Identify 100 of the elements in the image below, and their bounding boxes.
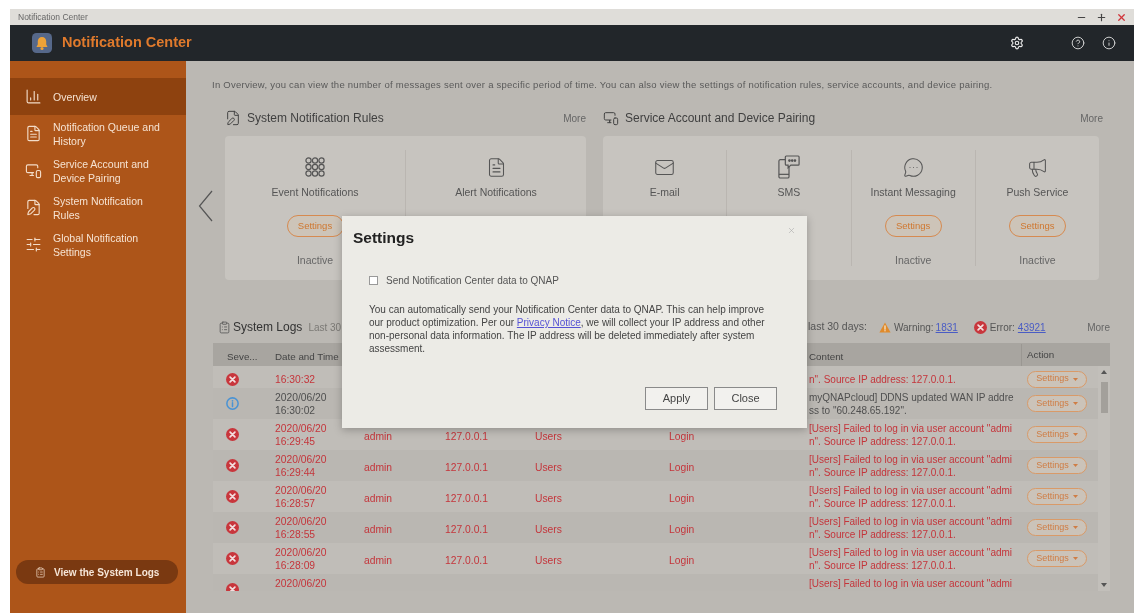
warning-count-link[interactable]: 1831 — [935, 319, 958, 335]
category-cell: Users — [535, 523, 562, 535]
date-time-cell: 2020/06/20 16:28:57 — [275, 483, 327, 510]
more-link[interactable]: More — [563, 110, 586, 126]
bar-chart-icon — [25, 88, 42, 105]
maximize-icon[interactable] — [1096, 11, 1107, 23]
table-row[interactable]: 2020/06/20 16:28:55 admin 127.0.0.1 Users Login [Users] Failed to log in via user account "admi n". Source IP address: 127.0.0.1. Settings — [213, 512, 1098, 543]
error-icon — [226, 428, 239, 441]
scroll-down-icon[interactable] — [1101, 583, 1107, 587]
sidebar-item[interactable]: System Notification Rules — [10, 189, 186, 226]
category-cell: Users — [535, 554, 562, 566]
application-cell: Login — [669, 492, 695, 504]
close-button[interactable]: Close — [714, 387, 777, 410]
ip-cell: 127.0.0.1 — [445, 430, 488, 442]
caret-icon — [1072, 377, 1078, 381]
settings-dropdown-button[interactable]: Settings — [1027, 519, 1087, 536]
column-header: Date and Time — [275, 351, 339, 362]
settings-dropdown-button[interactable]: Settings — [1027, 370, 1087, 388]
more-link[interactable]: More — [1087, 319, 1110, 335]
status-text: Inactive — [1019, 254, 1056, 266]
settings-dropdown-button[interactable]: Settings — [1027, 457, 1087, 474]
help-icon[interactable] — [1071, 36, 1085, 50]
app-logo-icon — [32, 33, 52, 53]
settings-dropdown-button[interactable]: Settings — [1027, 550, 1087, 567]
sidebar-item[interactable]: Overview — [10, 78, 186, 115]
error-icon — [226, 552, 239, 565]
table-row[interactable]: 2020/06/20 [Users] Failed to log in via user account "admi — [213, 574, 1098, 591]
error-icon — [226, 490, 239, 503]
user-cell: admin — [364, 554, 393, 566]
column-header: Content — [809, 351, 844, 362]
apply-button[interactable]: Apply — [645, 387, 708, 410]
scroll-up-icon[interactable] — [1101, 370, 1107, 374]
sliders-icon — [25, 236, 42, 253]
dot-grid-icon — [305, 157, 325, 177]
date-time-cell: 2020/06/20 16:28:55 — [275, 514, 327, 541]
app-title: Notification Center — [62, 33, 192, 53]
card-label: SMS — [777, 186, 801, 198]
megaphone-icon — [1026, 156, 1048, 178]
error-count-link[interactable]: 43921 — [1017, 319, 1046, 335]
content-cell: [Users] Failed to log in via user account "admi n". Source IP address: 127.0.0.1. — [809, 421, 1013, 448]
range-text: last 30 days: — [808, 319, 867, 335]
card-label: Instant Messaging — [870, 186, 956, 198]
settings-button[interactable]: Settings — [286, 215, 344, 237]
card-label: E-mail — [649, 186, 680, 198]
content-cell: [Users] Failed to log in via user account "admi — [809, 576, 1013, 590]
content-cell: n". Source IP address: 127.0.0.1. — [809, 372, 956, 386]
table-row[interactable]: 2020/06/20 16:29:44 admin 127.0.0.1 Users Login [Users] Failed to log in via user account "admi n". Source IP address: 127.0.0.1. Settings — [213, 450, 1098, 481]
devices-icon — [603, 110, 619, 126]
card-label: Push Service — [1006, 186, 1069, 198]
warning-label: Warning: — [893, 320, 934, 335]
section-title: System Notification Rules — [247, 110, 384, 127]
content-cell: [Users] Failed to log in via user account "admi n". Source IP address: 127.0.0.1. — [809, 514, 1013, 541]
document-icon — [25, 125, 42, 142]
column-header: Action — [1027, 347, 1055, 362]
error-icon — [226, 521, 239, 534]
scrollbar-thumb[interactable] — [1100, 382, 1108, 413]
settings-dropdown-button[interactable]: Settings — [1027, 488, 1087, 505]
settings-icon[interactable] — [1010, 36, 1024, 50]
sidebar-item[interactable]: Notification Queue and History — [10, 115, 186, 152]
ip-cell: 127.0.0.1 — [445, 492, 488, 504]
phone-message-icon — [777, 155, 800, 179]
date-time-cell: 2020/06/20 16:29:45 — [275, 421, 327, 448]
sidebar-item[interactable]: Global Notification Settings — [10, 226, 186, 263]
error-icon — [226, 372, 239, 386]
application-cell: Login — [669, 461, 695, 473]
view-system-logs-button[interactable]: View the System Logs — [16, 560, 178, 584]
user-cell: admin — [364, 492, 393, 504]
column-header: Seve... — [227, 351, 258, 362]
info-icon[interactable] — [1102, 36, 1116, 50]
settings-dropdown-button[interactable]: Settings — [1027, 395, 1087, 412]
content-cell: myQNAPcloud] DDNS updated WAN IP addre ss to "60.248.65.192". — [809, 390, 1014, 417]
settings-dropdown-button[interactable]: Settings — [1027, 426, 1087, 443]
date-time-cell: 2020/06/20 16:29:44 — [275, 452, 327, 479]
more-link[interactable]: More — [1080, 110, 1103, 126]
category-cell: Users — [535, 430, 562, 442]
section-title: System Logs — [233, 319, 303, 336]
date-time-cell: 2020/06/20 — [275, 576, 327, 590]
clipboard-icon — [218, 320, 231, 334]
checkbox[interactable] — [369, 276, 378, 285]
range-text: Last 30 — [308, 320, 342, 335]
settings-button[interactable]: Settings — [884, 215, 942, 237]
ip-cell: 127.0.0.1 — [445, 554, 488, 566]
dialog-title: Settings — [353, 228, 415, 248]
privacy-notice-link[interactable]: Privacy Notice — [516, 317, 581, 328]
devices-icon — [25, 162, 42, 179]
settings-button[interactable]: Settings — [1008, 215, 1066, 237]
document-pen-icon — [225, 110, 241, 126]
caret-icon — [1072, 495, 1078, 498]
sidebar-item[interactable]: Service Account and Device Pairing — [10, 152, 186, 189]
warning-icon — [878, 321, 891, 333]
close-icon[interactable] — [1116, 11, 1127, 23]
clipboard-icon — [35, 566, 46, 578]
user-cell: admin — [364, 461, 393, 473]
application-cell: Login — [669, 523, 695, 535]
caret-icon — [1072, 557, 1078, 560]
content-cell: [Users] Failed to log in via user account "admi n". Source IP address: 127.0.0.1. — [809, 545, 1013, 572]
card-label: Event Notifications — [271, 186, 359, 198]
date-time-cell: 2020/06/20 16:30:02 — [275, 390, 327, 417]
content-cell: [Users] Failed to log in via user account "admi n". Source IP address: 127.0.0.1. — [809, 452, 1013, 479]
chevron-left-icon[interactable] — [198, 190, 213, 222]
